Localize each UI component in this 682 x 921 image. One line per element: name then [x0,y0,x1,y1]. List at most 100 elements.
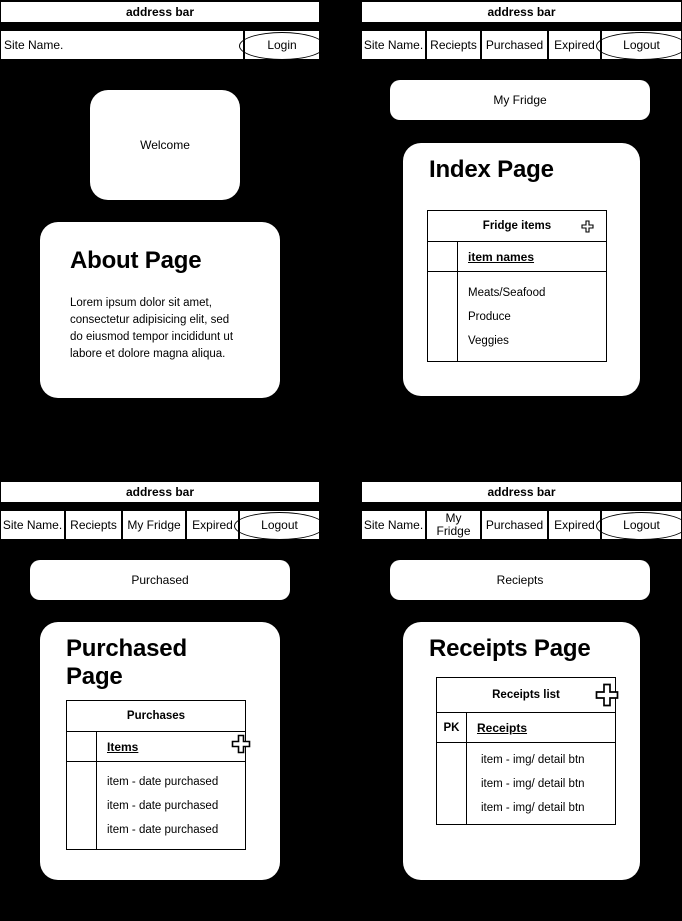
nav-item-label: Expired [554,37,595,52]
nav-item-site-name[interactable]: Site Name. [361,510,426,540]
address-bar[interactable]: address bar [361,481,682,503]
nav-item-logout[interactable]: Logout [596,30,682,60]
table-column-header-cell: Items [97,732,251,761]
panel-index: address bar Site Name. Reciepts Purchase… [361,0,682,460]
receipts-list-table: Receipts list PK Receipts item - img/ de… [436,677,619,825]
table-key-cell [428,242,458,271]
nav-item-label: Reciepts [70,517,117,532]
table-row[interactable]: item - img/ detail btn [481,748,615,772]
welcome-card: Welcome [90,90,240,200]
table-body: Meats/Seafood Produce Veggies [428,272,606,362]
panel-receipts: address bar Site Name. My Fridge Purchas… [361,480,682,921]
table-row[interactable]: item - date purchased [107,770,245,794]
nav-item-reciepts[interactable]: Reciepts [426,30,481,60]
table-column-header-row: Items [67,732,251,762]
table-key-cell: PK [437,713,467,742]
nav-item-site-name[interactable]: Site Name. [0,30,244,60]
purchased-card: Purchased Page Purchases Items item - da… [40,622,280,880]
table-rows: Meats/Seafood Produce Veggies [458,272,606,362]
page-button-reciepts[interactable]: Reciepts [390,560,650,600]
page-button-my-fridge[interactable]: My Fridge [390,80,650,120]
address-bar[interactable]: address bar [0,1,320,23]
table-column-header-row: item names [428,242,606,272]
page-button-label: Reciepts [496,573,544,587]
table-rows: item - date purchased item - date purcha… [97,762,245,850]
table-column-header-row: PK Receipts [437,713,615,743]
nav-item-logout[interactable]: Logout [234,510,325,540]
table-key-cell [437,743,467,825]
table-header: Fridge items [428,211,606,242]
nav-item-label: Logout [623,37,660,52]
receipts-page-title: Receipts Page [429,635,591,662]
table-header: Purchases [67,701,245,732]
table-key-cell [428,272,458,362]
nav-bar: Site Name. Reciepts Purchased Expired Lo… [361,30,682,60]
column-header-label: item names [468,249,535,264]
nav-item-login[interactable]: Login [239,30,325,60]
nav-item-my-fridge[interactable]: My Fridge [122,510,186,540]
nav-item-label: Site Name. [4,37,64,52]
panel-purchased: address bar Site Name. Reciepts My Fridg… [0,480,325,921]
nav-bar: Site Name. Reciepts My Fridge Expired Lo… [0,510,325,540]
plus-icon[interactable] [581,220,594,233]
nav-bar: Site Name. Login [0,30,325,60]
address-bar[interactable]: address bar [0,481,320,503]
table-row[interactable]: item - date purchased [107,818,245,842]
page-button-purchased[interactable]: Purchased [30,560,290,600]
nav-item-label: Purchased [485,517,544,532]
nav-item-label: Site Name. [363,37,424,52]
purchases-table: Purchases Items item - date purchased it… [66,700,251,850]
nav-item-label: Logout [261,517,298,532]
nav-item-label: Site Name. [2,517,63,532]
table-row[interactable]: item - img/ detail btn [481,772,615,796]
nav-item-site-name[interactable]: Site Name. [0,510,65,540]
nav-item-label: My Fridge [127,517,181,532]
table-key-cell [67,732,97,761]
plus-icon[interactable] [595,683,619,707]
nav-item-label: Site Name. [363,517,424,532]
nav-item-expired[interactable]: Expired [548,30,601,60]
nav-item-purchased[interactable]: Purchased [481,30,548,60]
table-row[interactable]: item - date purchased [107,794,245,818]
table-column-header-cell: Receipts [467,713,615,742]
about-page-body: Lorem ipsum dolor sit amet, consectetur … [70,297,234,361]
page-button-label: My Fridge [493,93,547,107]
table-header-label: Receipts list [492,689,560,701]
fridge-items-table: Fridge items item names Meats/Seafood Pr… [427,210,607,362]
nav-item-logout[interactable]: Logout [596,510,682,540]
table-body: item - img/ detail btn item - img/ detai… [437,743,615,825]
purchased-page-title: Purchased Page [66,635,187,691]
nav-item-expired[interactable]: Expired [186,510,239,540]
page-button-label: Purchased [131,573,189,587]
table-row[interactable]: Produce [468,305,606,329]
panel-login: address bar Site Name. Login Welcome Abo… [0,0,325,460]
table-header-label: Fridge items [482,220,552,232]
table-rows: item - img/ detail btn item - img/ detai… [467,743,615,825]
nav-item-my-fridge[interactable]: My Fridge [426,510,481,540]
table-body: item - date purchased item - date purcha… [67,762,245,850]
table-row[interactable]: Veggies [468,329,606,353]
nav-item-purchased[interactable]: Purchased [481,510,548,540]
nav-bar: Site Name. My Fridge Purchased Expired L… [361,510,682,540]
plus-icon[interactable] [231,734,251,754]
nav-item-label: Purchased [485,37,544,52]
index-page-title: Index Page [429,156,554,183]
nav-item-label: Expired [192,517,233,532]
nav-item-label: Reciepts [430,37,477,52]
index-card: Index Page Fridge items item names Meats… [403,143,640,396]
table-header: Receipts list [437,678,619,713]
column-header-label: Receipts [477,720,528,735]
about-page-title: About Page [70,247,202,274]
nav-item-expired[interactable]: Expired [548,510,601,540]
table-header-label: Purchases [126,710,186,722]
welcome-label: Welcome [140,138,190,152]
receipts-card: Receipts Page Receipts list PK Receipts [403,622,640,880]
table-row[interactable]: Meats/Seafood [468,281,606,305]
column-header-label: Items [107,739,139,754]
nav-item-label: My Fridge [436,511,471,538]
nav-item-reciepts[interactable]: Reciepts [65,510,122,540]
table-row[interactable]: item - img/ detail btn [481,796,615,820]
address-bar[interactable]: address bar [361,1,682,23]
nav-item-site-name[interactable]: Site Name. [361,30,426,60]
nav-item-label: Logout [623,517,660,532]
